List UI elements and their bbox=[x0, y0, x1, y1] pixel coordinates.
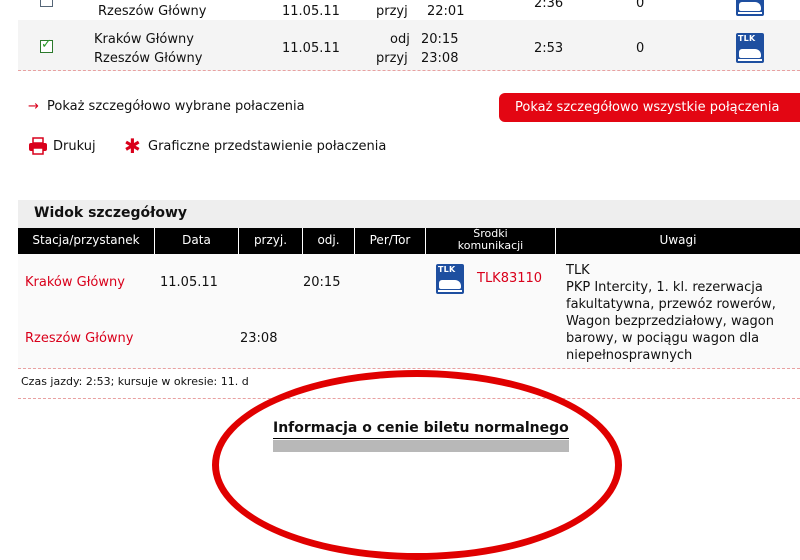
column-header: Per/Tor bbox=[355, 228, 426, 254]
asterisk-icon: ✱ bbox=[124, 134, 141, 158]
arrival-time: 23:08 bbox=[421, 51, 459, 66]
station-link[interactable]: Kraków Główny bbox=[25, 275, 125, 290]
column-header: odj. bbox=[303, 228, 355, 254]
train-number-link[interactable]: TLK83110 bbox=[477, 271, 542, 286]
column-header: Data bbox=[155, 228, 239, 254]
annotation-oval bbox=[212, 370, 622, 560]
connection-row: Kraków Główny Rzeszów Główny 11.05.11 od… bbox=[18, 20, 800, 71]
departure-time: 20:15 bbox=[303, 275, 341, 290]
transfers: 0 bbox=[636, 41, 645, 56]
tlk-train-icon: TLK bbox=[436, 264, 464, 294]
column-header: Środki komunikacji bbox=[426, 228, 556, 254]
detail-table-body: Kraków Główny 11.05.11 20:15 TLK TLK8311… bbox=[18, 254, 800, 369]
travel-time-text: Czas jazdy: 2:53; kursuje w okresie: 11.… bbox=[21, 375, 249, 388]
arrow-right-icon: → bbox=[28, 99, 39, 114]
arrival-time: 22:01 bbox=[427, 4, 465, 19]
arrival-label: przyj bbox=[376, 4, 408, 19]
graphic-view-link[interactable]: Graficzne przedstawienie połaczenia bbox=[148, 139, 386, 154]
transfers: 0 bbox=[636, 0, 645, 11]
detail-section-header: Widok szczegółowy bbox=[18, 200, 800, 228]
date: 11.05.11 bbox=[282, 4, 340, 19]
date: 11.05.11 bbox=[160, 275, 218, 290]
duration: 2:53 bbox=[534, 41, 564, 56]
tlk-train-icon bbox=[736, 0, 764, 16]
select-connection-checkbox[interactable] bbox=[40, 0, 53, 7]
departure-time: 20:15 bbox=[421, 32, 459, 47]
connection-row: Rzeszów Główny 11.05.11 przyj 22:01 2:36… bbox=[18, 0, 800, 21]
date: 11.05.11 bbox=[282, 41, 340, 56]
departure-label: odj bbox=[390, 32, 410, 47]
print-link[interactable]: Drukuj bbox=[53, 139, 96, 154]
printer-icon[interactable] bbox=[28, 137, 48, 155]
column-header: Uwagi bbox=[659, 233, 697, 247]
arrival-label: przyj bbox=[376, 51, 408, 66]
station-link[interactable]: Rzeszów Główny bbox=[25, 331, 133, 346]
column-header: Stacja/przystanek bbox=[18, 228, 155, 254]
show-selected-link[interactable]: Pokaż szczegółowo wybrane połaczenia bbox=[47, 99, 305, 114]
duration: 2:36 bbox=[534, 0, 564, 11]
section-title: Widok szczegółowy bbox=[34, 205, 188, 221]
show-all-button[interactable]: Pokaż szczegółowo wszystkie połączenia bbox=[499, 93, 800, 122]
arrival-time: 23:08 bbox=[240, 331, 278, 346]
station-from: Kraków Główny bbox=[94, 32, 194, 47]
station-to: Rzeszów Główny bbox=[94, 51, 203, 66]
station-to: Rzeszów Główny bbox=[98, 4, 207, 19]
select-connection-checkbox[interactable] bbox=[40, 37, 53, 53]
tlk-train-icon: TLK bbox=[736, 33, 764, 63]
train-notes: TLK PKP Intercity, 1. kl. rezerwacja fak… bbox=[566, 263, 776, 363]
column-header: przyj. bbox=[239, 228, 303, 254]
detail-table-header: Stacja/przystanek Data przyj. odj. Per/T… bbox=[18, 228, 800, 254]
